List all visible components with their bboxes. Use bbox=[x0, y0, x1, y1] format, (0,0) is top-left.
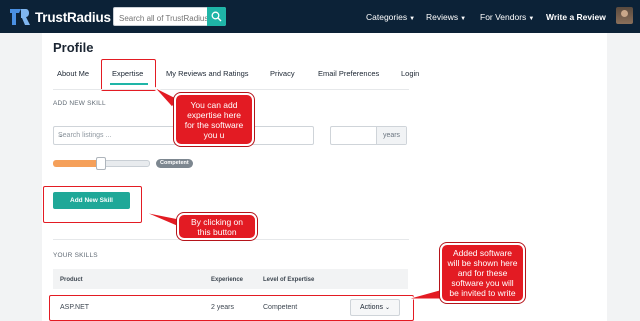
row-actions-button[interactable]: Actions ⌄ bbox=[350, 299, 400, 316]
nav-categories-label: Categories bbox=[366, 12, 408, 22]
column-header-level: Level of Expertise bbox=[263, 277, 315, 283]
tab-divider bbox=[53, 89, 409, 90]
years-addon: years bbox=[376, 127, 406, 144]
nav-categories[interactable]: Categories ▼ bbox=[366, 12, 415, 22]
row-actions-label: Actions bbox=[360, 304, 383, 311]
expertise-tab-highlight bbox=[101, 59, 156, 91]
add-new-skill-button[interactable]: Add New Skill bbox=[53, 192, 130, 209]
site-search bbox=[113, 7, 226, 27]
tab-privacy[interactable]: Privacy bbox=[270, 69, 295, 78]
callout-add-button: By clicking on this button bbox=[177, 213, 257, 240]
callout-arrow-table bbox=[406, 288, 444, 300]
trustradius-logo-icon bbox=[10, 9, 30, 25]
write-review-link[interactable]: Write a Review bbox=[546, 12, 606, 22]
expertise-slider-handle[interactable] bbox=[96, 157, 106, 170]
column-header-experience: Experience bbox=[211, 277, 244, 283]
site-search-input[interactable] bbox=[114, 10, 210, 27]
expertise-slider-fill bbox=[53, 160, 99, 167]
tab-about-me[interactable]: About Me bbox=[57, 69, 89, 78]
search-button[interactable] bbox=[207, 7, 226, 26]
top-nav: TrustRadius Categories▼ Reviews▼ For Ven… bbox=[0, 0, 640, 33]
search-icon bbox=[211, 11, 222, 22]
page-title: Profile bbox=[53, 40, 94, 55]
tab-login[interactable]: Login bbox=[401, 69, 419, 78]
tab-my-reviews-and-ratings[interactable]: My Reviews and Ratings bbox=[166, 69, 249, 78]
callout-arrow-add-button bbox=[143, 211, 180, 228]
expertise-level-badge: Competent bbox=[156, 159, 193, 168]
brand-name: TrustRadius bbox=[35, 9, 111, 25]
nav-for-vendors[interactable]: For Vendors ▼ bbox=[480, 12, 534, 22]
nav-reviews[interactable]: Reviews ▼ bbox=[426, 12, 466, 22]
expertise-slider-track[interactable] bbox=[99, 160, 150, 167]
tab-email-preferences[interactable]: Email Preferences bbox=[318, 69, 379, 78]
column-header-product: Product bbox=[60, 277, 83, 283]
years-experience-field[interactable]: years bbox=[330, 126, 407, 145]
chevron-down-icon: ⌄ bbox=[384, 305, 390, 311]
add-new-skill-label: ADD NEW SKILL bbox=[53, 100, 106, 107]
callout-expertise: You can add expertise here for the softw… bbox=[174, 93, 254, 146]
user-avatar[interactable] bbox=[616, 7, 633, 24]
chevron-down-icon: ▼ bbox=[409, 16, 416, 22]
row-experience: 2 years bbox=[211, 304, 234, 311]
nav-for-vendors-label: For Vendors bbox=[480, 12, 527, 22]
chevron-down-icon: ▼ bbox=[528, 16, 535, 22]
row-level: Competent bbox=[263, 304, 298, 311]
callout-table: Added software will be shown here and fo… bbox=[440, 243, 525, 303]
row-product: ASP.NET bbox=[60, 304, 90, 311]
brand-logo[interactable]: TrustRadius bbox=[9, 7, 111, 27]
nav-reviews-label: Reviews bbox=[426, 12, 459, 22]
your-skills-label: YOUR SKILLS bbox=[53, 252, 98, 259]
chevron-down-icon: ▼ bbox=[460, 16, 467, 22]
